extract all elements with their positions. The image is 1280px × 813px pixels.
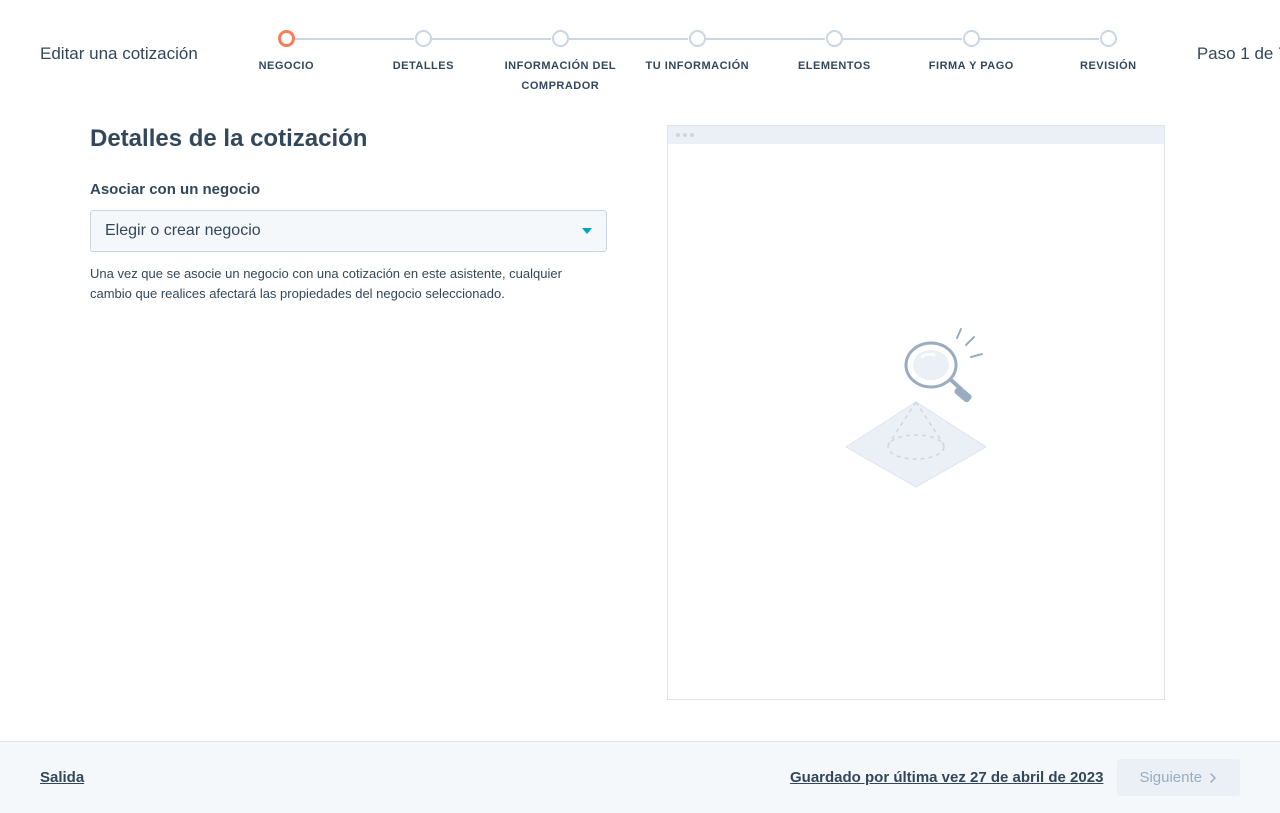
step-label: NEGOCIO	[259, 57, 314, 77]
form-column: Detalles de la cotización Asociar con un…	[90, 125, 607, 700]
last-saved-text[interactable]: Guardado por última vez 27 de abril de 2…	[790, 769, 1103, 786]
window-dot-icon	[676, 133, 680, 137]
step-label: TU INFORMACIÓN	[646, 57, 750, 77]
step-detalles[interactable]: DETALLES	[355, 15, 492, 97]
step-circle-icon	[689, 30, 706, 47]
footer-right: Guardado por última vez 27 de abril de 2…	[790, 759, 1240, 796]
select-placeholder: Elegir o crear negocio	[105, 222, 261, 240]
main-content: Detalles de la cotización Asociar con un…	[0, 95, 1280, 700]
chevron-right-icon	[1208, 773, 1218, 783]
step-circle-icon	[963, 30, 980, 47]
step-info-comprador[interactable]: INFORMACIÓN DEL COMPRADOR	[492, 15, 629, 97]
step-firma-pago[interactable]: FIRMA Y PAGO	[903, 15, 1040, 97]
preview-panel	[667, 125, 1165, 700]
step-tu-informacion[interactable]: TU INFORMACIÓN	[629, 15, 766, 97]
step-elementos[interactable]: ELEMENTOS	[766, 15, 903, 97]
page-title: Editar una cotización	[40, 15, 198, 64]
section-title: Detalles de la cotización	[90, 125, 607, 153]
exit-link[interactable]: Salida	[40, 769, 84, 786]
stepper: NEGOCIO DETALLES INFORMACIÓN DEL COMPRAD…	[198, 15, 1197, 97]
step-label: ELEMENTOS	[798, 57, 871, 77]
wizard-header: Editar una cotización NEGOCIO DETALLES I…	[0, 0, 1280, 95]
step-label: REVISIÓN	[1080, 57, 1137, 77]
step-circle-icon	[278, 30, 295, 47]
step-circle-icon	[826, 30, 843, 47]
next-button[interactable]: Siguiente	[1117, 759, 1240, 796]
preview-body	[668, 144, 1164, 699]
step-revision[interactable]: REVISIÓN	[1040, 15, 1177, 97]
step-negocio[interactable]: NEGOCIO	[218, 15, 355, 97]
step-label: FIRMA Y PAGO	[929, 57, 1014, 77]
step-circle-icon	[415, 30, 432, 47]
step-counter: Paso 1 de 7	[1197, 15, 1280, 64]
empty-search-illustration	[826, 327, 1006, 497]
helper-text: Una vez que se asocie un negocio con una…	[90, 264, 590, 303]
next-button-label: Siguiente	[1139, 769, 1202, 786]
step-label: INFORMACIÓN DEL COMPRADOR	[500, 57, 620, 97]
window-dot-icon	[683, 133, 687, 137]
preview-browser-chrome	[668, 126, 1164, 144]
step-circle-icon	[1100, 30, 1117, 47]
deal-select[interactable]: Elegir o crear negocio	[90, 210, 607, 252]
wizard-footer: Salida Guardado por última vez 27 de abr…	[0, 741, 1280, 813]
field-label: Asociar con un negocio	[90, 181, 607, 198]
step-label: DETALLES	[393, 57, 454, 77]
window-dot-icon	[690, 133, 694, 137]
step-circle-icon	[552, 30, 569, 47]
chevron-down-icon	[582, 228, 592, 234]
